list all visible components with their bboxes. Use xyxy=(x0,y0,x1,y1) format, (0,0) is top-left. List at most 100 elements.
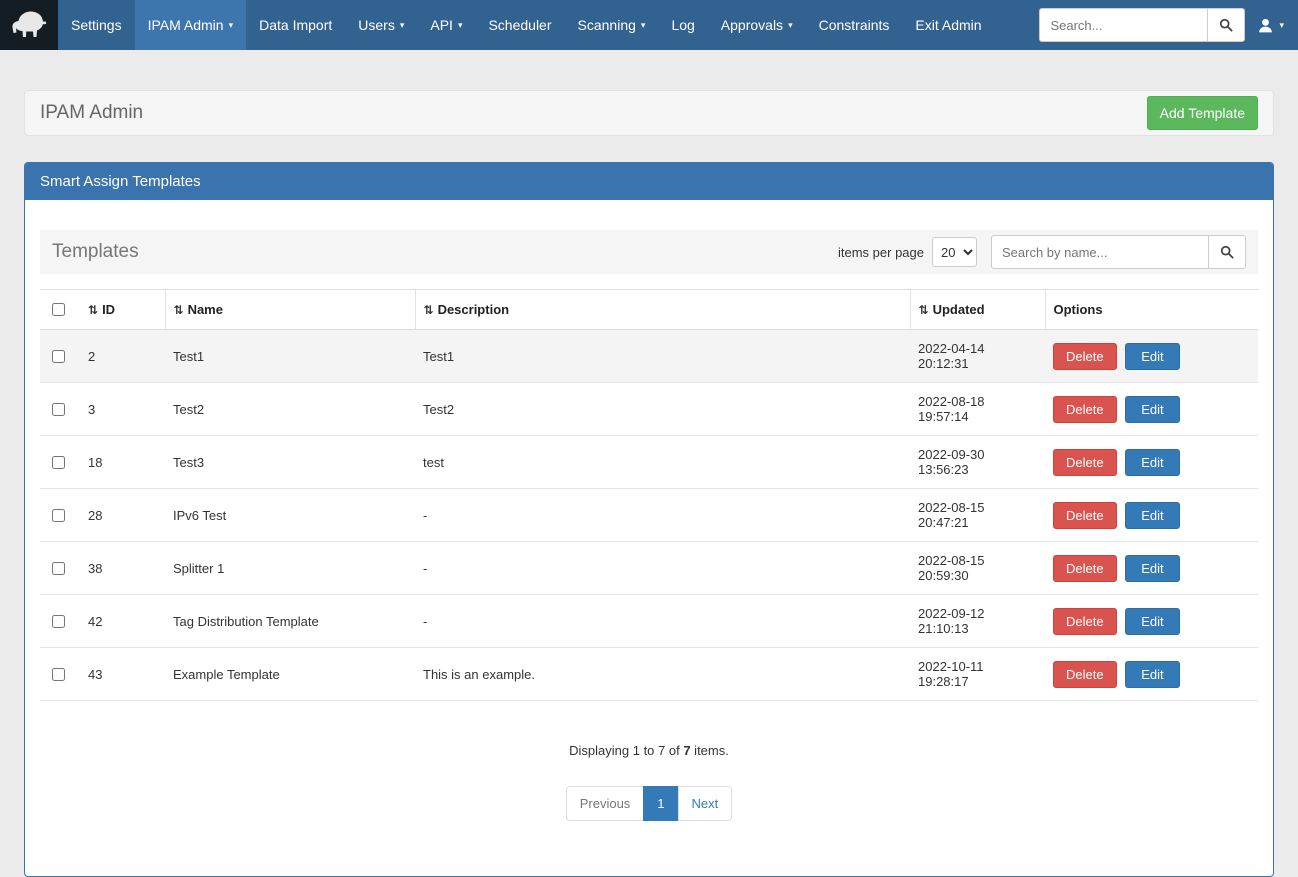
navbar-search-input[interactable] xyxy=(1039,8,1207,42)
column-header-options: Options xyxy=(1045,290,1258,330)
user-icon xyxy=(1257,17,1274,34)
edit-button[interactable]: Edit xyxy=(1125,502,1179,529)
row-checkbox[interactable] xyxy=(52,509,65,522)
cell-description: test xyxy=(415,436,910,489)
caret-down-icon: ▾ xyxy=(1279,21,1284,30)
row-checkbox[interactable] xyxy=(52,562,65,575)
navbar-right: ▾ xyxy=(1039,0,1298,50)
panel-title: Smart Assign Templates xyxy=(25,163,1273,200)
cell-updated: 2022-08-15 20:47:21 xyxy=(910,489,1045,542)
table-search-button[interactable] xyxy=(1208,235,1246,269)
delete-button[interactable]: Delete xyxy=(1053,396,1117,423)
next-page-button[interactable]: Next xyxy=(678,786,733,821)
cell-name: Test3 xyxy=(165,436,415,489)
column-header-name[interactable]: ⇅Name xyxy=(165,290,415,330)
edit-button[interactable]: Edit xyxy=(1125,396,1179,423)
previous-page-button[interactable]: Previous xyxy=(566,786,645,821)
user-menu[interactable]: ▾ xyxy=(1257,17,1284,34)
table-row: 2 Test1 Test1 2022-04-14 20:12:31 Delete… xyxy=(40,330,1258,383)
delete-button[interactable]: Delete xyxy=(1053,343,1117,370)
nav-item-constraints[interactable]: Constraints xyxy=(806,0,903,50)
smart-assign-templates-panel: Smart Assign Templates Templates items p… xyxy=(24,162,1274,877)
sort-icon: ⇅ xyxy=(174,303,184,317)
row-checkbox[interactable] xyxy=(52,350,65,363)
column-header-id[interactable]: ⇅ID xyxy=(80,290,165,330)
cell-id: 38 xyxy=(80,542,165,595)
cell-id: 2 xyxy=(80,330,165,383)
sort-icon: ⇅ xyxy=(424,303,434,317)
panel-body: Templates items per page 20 xyxy=(25,200,1273,876)
sort-icon: ⇅ xyxy=(919,303,929,317)
page-container: IPAM Admin Add Template Smart Assign Tem… xyxy=(0,90,1298,877)
delete-button[interactable]: Delete xyxy=(1053,661,1117,688)
nav-item-approvals[interactable]: Approvals▾ xyxy=(708,0,806,50)
edit-button[interactable]: Edit xyxy=(1125,555,1179,582)
nav-item-users[interactable]: Users▾ xyxy=(345,0,417,50)
cell-id: 3 xyxy=(80,383,165,436)
logo[interactable] xyxy=(0,0,58,50)
navbar-search xyxy=(1039,8,1245,42)
column-header-updated[interactable]: ⇅Updated xyxy=(910,290,1045,330)
cell-description: This is an example. xyxy=(415,648,910,701)
edit-button[interactable]: Edit xyxy=(1125,661,1179,688)
cell-updated: 2022-09-30 13:56:23 xyxy=(910,436,1045,489)
cell-updated: 2022-09-12 21:10:13 xyxy=(910,595,1045,648)
nav-item-api[interactable]: API▾ xyxy=(417,0,475,50)
caret-down-icon: ▾ xyxy=(788,21,793,30)
page-title: IPAM Admin xyxy=(40,102,143,124)
cell-name: Test2 xyxy=(165,383,415,436)
delete-button[interactable]: Delete xyxy=(1053,502,1117,529)
delete-button[interactable]: Delete xyxy=(1053,608,1117,635)
row-checkbox[interactable] xyxy=(52,615,65,628)
nav-item-log[interactable]: Log xyxy=(658,0,707,50)
templates-table: ⇅ID ⇅Name ⇅Description ⇅Updated Options … xyxy=(40,289,1258,701)
cell-name: Tag Distribution Template xyxy=(165,595,415,648)
page-header: IPAM Admin Add Template xyxy=(24,90,1274,136)
edit-button[interactable]: Edit xyxy=(1125,449,1179,476)
cell-description: - xyxy=(415,595,910,648)
cell-name: Splitter 1 xyxy=(165,542,415,595)
nav-item-scheduler[interactable]: Scheduler xyxy=(475,0,564,50)
delete-button[interactable]: Delete xyxy=(1053,449,1117,476)
items-per-page-select[interactable]: 20 xyxy=(932,237,977,267)
caret-down-icon: ▾ xyxy=(458,21,463,30)
add-template-button[interactable]: Add Template xyxy=(1147,96,1258,130)
mammoth-logo-icon xyxy=(9,8,49,42)
items-per-page-label: items per page xyxy=(838,245,924,260)
table-row: 38 Splitter 1 - 2022-08-15 20:59:30 Dele… xyxy=(40,542,1258,595)
page-1-button[interactable]: 1 xyxy=(643,786,678,821)
table-row: 43 Example Template This is an example. … xyxy=(40,648,1258,701)
nav-item-exit-admin[interactable]: Exit Admin xyxy=(902,0,994,50)
top-navbar: Settings IPAM Admin▾ Data Import Users▾ … xyxy=(0,0,1298,50)
table-search-input[interactable] xyxy=(991,235,1209,269)
cell-updated: 2022-04-14 20:12:31 xyxy=(910,330,1045,383)
cell-name: Test1 xyxy=(165,330,415,383)
row-checkbox[interactable] xyxy=(52,456,65,469)
cell-id: 43 xyxy=(80,648,165,701)
row-checkbox[interactable] xyxy=(52,403,65,416)
cell-description: - xyxy=(415,542,910,595)
cell-id: 28 xyxy=(80,489,165,542)
display-info: Displaying 1 to 7 of 7 items. xyxy=(40,743,1258,758)
edit-button[interactable]: Edit xyxy=(1125,608,1179,635)
nav-item-scanning[interactable]: Scanning▾ xyxy=(565,0,659,50)
row-checkbox[interactable] xyxy=(52,668,65,681)
table-row: 18 Test3 test 2022-09-30 13:56:23 Delete… xyxy=(40,436,1258,489)
nav-menu: Settings IPAM Admin▾ Data Import Users▾ … xyxy=(58,0,995,50)
nav-item-data-import[interactable]: Data Import xyxy=(246,0,345,50)
cell-id: 42 xyxy=(80,595,165,648)
column-header-description[interactable]: ⇅Description xyxy=(415,290,910,330)
cell-description: - xyxy=(415,489,910,542)
nav-item-ipam-admin[interactable]: IPAM Admin▾ xyxy=(135,0,247,50)
cell-description: Test2 xyxy=(415,383,910,436)
nav-item-settings[interactable]: Settings xyxy=(58,0,135,50)
table-row: 28 IPv6 Test - 2022-08-15 20:47:21 Delet… xyxy=(40,489,1258,542)
cell-description: Test1 xyxy=(415,330,910,383)
select-all-checkbox[interactable] xyxy=(52,303,65,316)
templates-table-body: 2 Test1 Test1 2022-04-14 20:12:31 Delete… xyxy=(40,330,1258,701)
navbar-search-button[interactable] xyxy=(1207,8,1245,42)
edit-button[interactable]: Edit xyxy=(1125,343,1179,370)
cell-updated: 2022-08-18 19:57:14 xyxy=(910,383,1045,436)
delete-button[interactable]: Delete xyxy=(1053,555,1117,582)
table-row: 42 Tag Distribution Template - 2022-09-1… xyxy=(40,595,1258,648)
